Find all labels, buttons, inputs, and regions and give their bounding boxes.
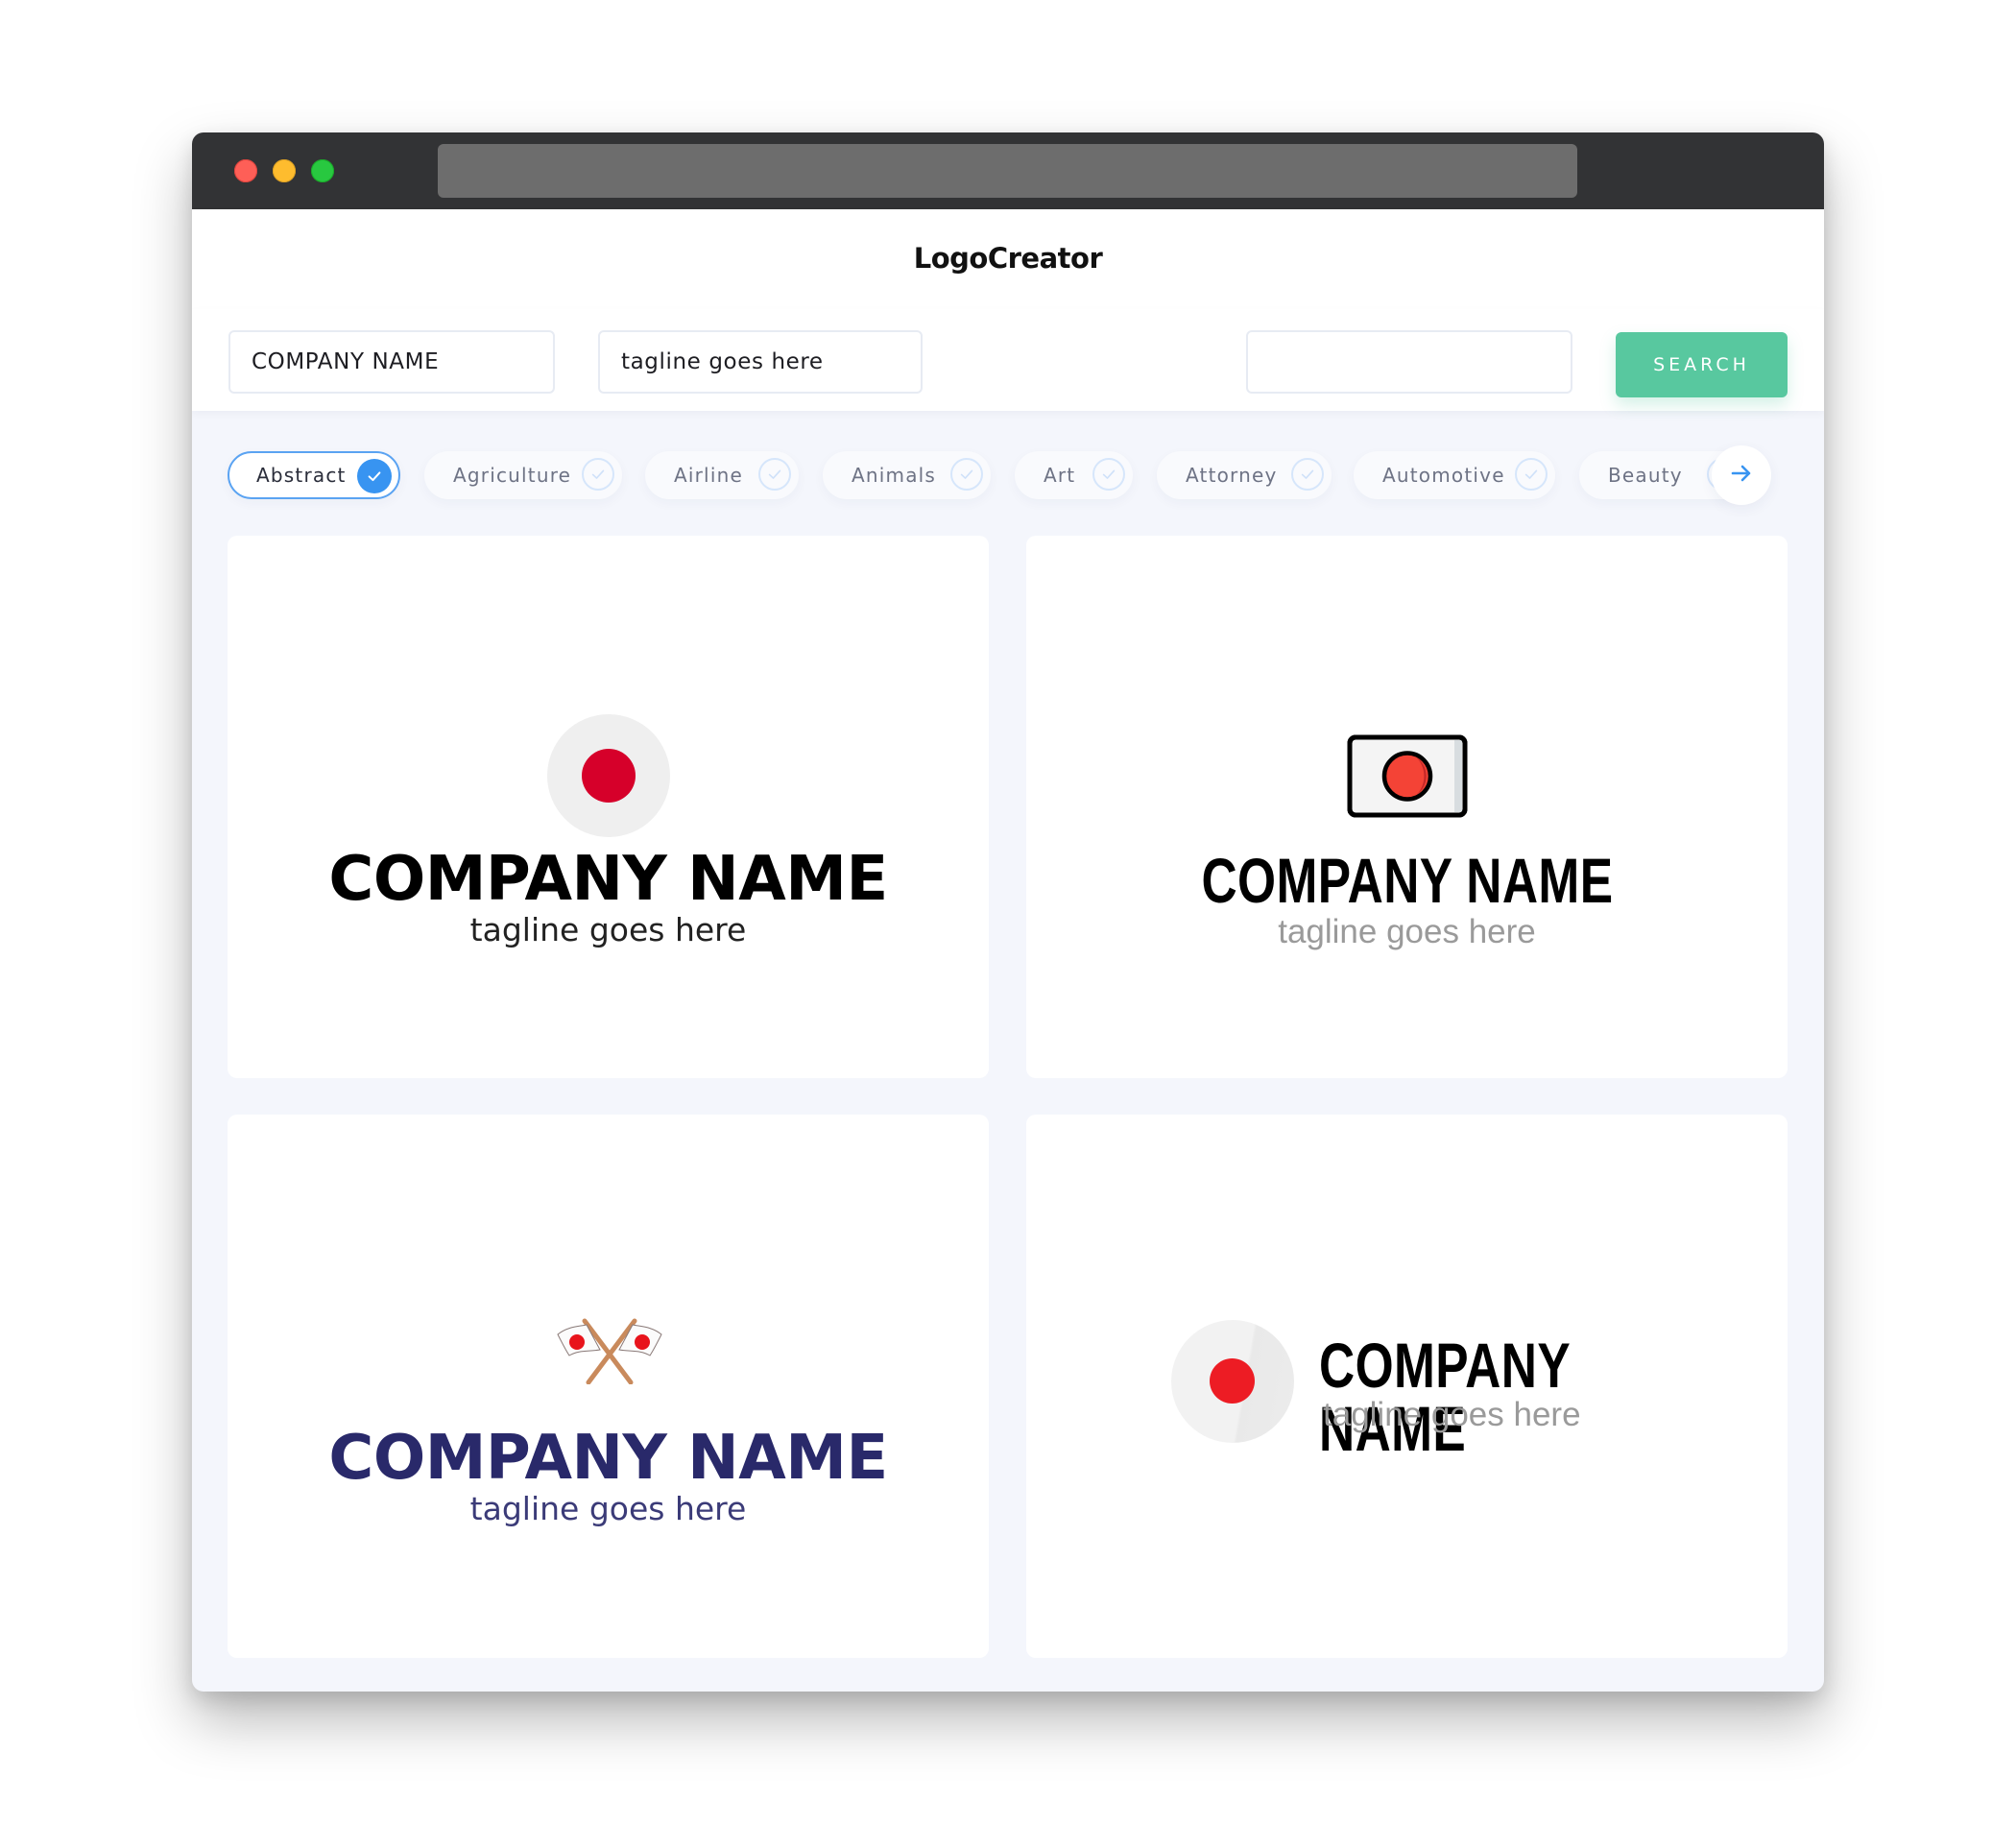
check-icon — [1291, 458, 1324, 491]
company-name-field[interactable] — [228, 330, 555, 394]
category-chip-label: Airline — [674, 464, 743, 487]
search-bar: SEARCH — [192, 309, 1824, 411]
arrow-right-icon — [1731, 464, 1752, 487]
logo-company-name: COMPANY NAME — [328, 1423, 888, 1494]
category-chip-label: Beauty — [1608, 464, 1683, 487]
category-filter-bar: Abstract Agriculture Airline Animals Art — [228, 440, 1788, 518]
japan-flag-circle-icon — [547, 714, 670, 837]
category-chip-label: Agriculture — [453, 464, 572, 487]
category-chip-attorney[interactable]: Attorney — [1157, 451, 1332, 499]
logo-company-name: COMPANY NAME — [328, 844, 888, 915]
address-bar[interactable] — [438, 144, 1577, 198]
category-chip-label: Automotive — [1382, 464, 1505, 487]
category-chip-automotive[interactable]: Automotive — [1354, 451, 1555, 499]
crossed-japan-flags-icon — [554, 1317, 665, 1385]
category-chip-label: Art — [1044, 464, 1076, 487]
category-chip-abstract[interactable]: Abstract — [228, 451, 400, 499]
logo-card[interactable]: COMPANY NAME tagline goes here — [228, 1115, 989, 1658]
category-chip-agriculture[interactable]: Agriculture — [424, 451, 622, 499]
check-icon — [1515, 458, 1548, 491]
logo-tagline: tagline goes here — [1323, 1396, 1581, 1433]
japan-flag-rect-icon — [1347, 734, 1468, 818]
category-chip-airline[interactable]: Airline — [645, 451, 799, 499]
keyword-input[interactable] — [1269, 349, 1571, 374]
company-name-input[interactable] — [252, 349, 553, 374]
category-chip-animals[interactable]: Animals — [823, 451, 991, 499]
check-icon — [357, 459, 392, 493]
search-button[interactable]: SEARCH — [1616, 332, 1788, 397]
check-icon — [950, 458, 983, 491]
logo-tagline: tagline goes here — [469, 1490, 747, 1527]
tagline-field[interactable] — [598, 330, 923, 394]
tagline-input[interactable] — [621, 349, 921, 374]
site-header: LogoCreator — [192, 209, 1824, 309]
check-icon — [582, 458, 614, 491]
category-chip-art[interactable]: Art — [1015, 451, 1133, 499]
category-chip-label: Animals — [852, 464, 937, 487]
logo-tagline: tagline goes here — [1278, 913, 1536, 950]
logo-card[interactable]: COMPANY NAME tagline goes here — [228, 536, 989, 1078]
check-icon — [1092, 458, 1125, 491]
logo-card[interactable]: COMPANY NAME tagline goes here — [1026, 536, 1788, 1078]
logo-tagline: tagline goes here — [469, 911, 747, 948]
title-bar — [192, 132, 1824, 209]
next-categories-button[interactable] — [1712, 445, 1771, 505]
minimize-window-button[interactable] — [273, 159, 296, 182]
japan-flag-circle-icon — [1171, 1320, 1294, 1443]
logo-company-name: COMPANY NAME — [1201, 845, 1613, 916]
maximize-window-button[interactable] — [311, 159, 334, 182]
close-window-button[interactable] — [234, 159, 257, 182]
logo-card[interactable]: COMPANY NAME tagline goes here — [1026, 1115, 1788, 1658]
category-chip-label: Attorney — [1186, 464, 1278, 487]
browser-window: LogoCreator SEARCH Abstract Agriculture … — [192, 132, 1824, 1692]
category-chip-label: Abstract — [256, 464, 347, 487]
check-icon — [758, 458, 791, 491]
keyword-field[interactable] — [1246, 330, 1572, 394]
brand-logo[interactable]: LogoCreator — [192, 242, 1824, 275]
